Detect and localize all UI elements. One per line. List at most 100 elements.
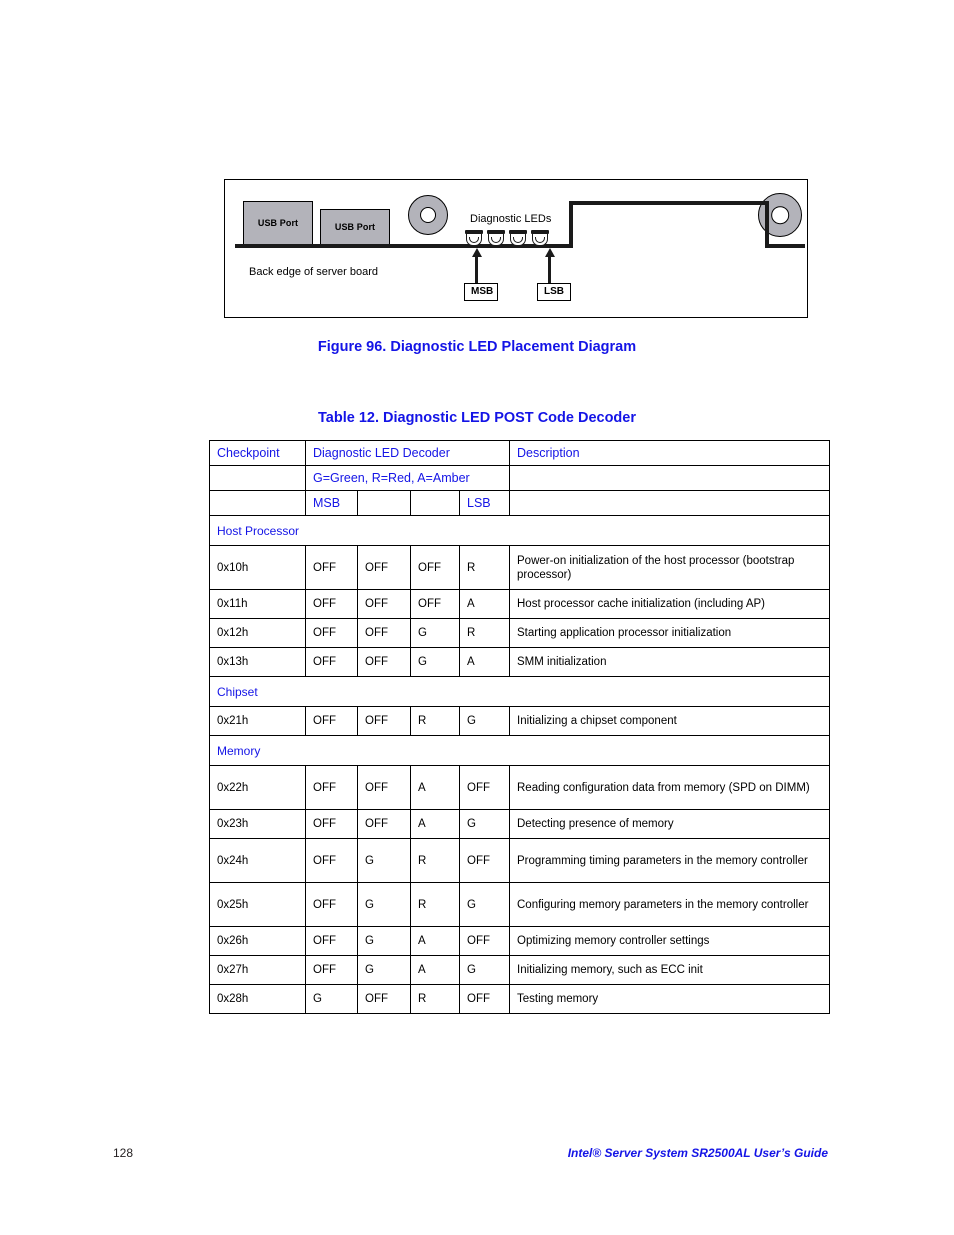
header-checkpoint: Checkpoint	[209, 440, 306, 466]
cell-led-state-1: G	[357, 838, 411, 883]
cell-led-state-2: OFF	[410, 545, 460, 590]
table-header-row-1: Checkpoint Diagnostic LED Decoder Descri…	[209, 440, 830, 466]
header-blank-checkpoint-2	[209, 490, 306, 516]
table-section-header: Host Processor	[209, 515, 830, 546]
cell-led-state-1: OFF	[357, 545, 411, 590]
cell-led-state-3: OFF	[459, 838, 510, 883]
cell-description: Optimizing memory controller settings	[509, 926, 830, 956]
table-row: 0x10h OFF OFF OFF R Power-on initialization o…	[209, 545, 830, 590]
cell-led-state-3: R	[459, 545, 510, 590]
cell-description: SMM initialization	[509, 647, 830, 677]
cell-led-state-1: OFF	[357, 809, 411, 839]
cell-led-state-3: OFF	[459, 765, 510, 810]
cell-led-state-1: OFF	[357, 765, 411, 810]
table-row: 0x27h OFF G A G Initializing memory, such as …	[209, 955, 830, 985]
table-row: 0x26h OFF G A OFF Optimizing memory controlle…	[209, 926, 830, 956]
cell-led-state-1: G	[357, 926, 411, 956]
cell-description: Testing memory	[509, 984, 830, 1014]
board-edge-riser	[569, 201, 573, 248]
header-lsb: LSB	[459, 490, 510, 516]
table-row: 0x28h G OFF R OFF Testing memory	[209, 984, 830, 1014]
board-edge-riser	[765, 201, 769, 248]
table-row: 0x24h OFF G R OFF Programming timing paramete…	[209, 838, 830, 883]
table-section-header: Memory	[209, 735, 830, 766]
header-msb: MSB	[305, 490, 358, 516]
cell-led-state-3: G	[459, 809, 510, 839]
header-description: Description	[509, 440, 830, 466]
table-row: 0x22h OFF OFF A OFF Reading configuration dat…	[209, 765, 830, 810]
back-edge-label: Back edge of server board	[249, 266, 379, 278]
cell-description: Detecting presence of memory	[509, 809, 830, 839]
cell-led-state-3: R	[459, 618, 510, 648]
diagnostic-led-icon	[531, 230, 549, 247]
cell-description: Initializing a chipset component	[509, 706, 830, 736]
cell-led-state-1: G	[357, 882, 411, 927]
header-blank-description-2	[509, 490, 830, 516]
header-blank-description	[509, 465, 830, 491]
cell-description: Reading configuration data from memory (…	[509, 765, 830, 810]
cell-led-state-0: OFF	[305, 765, 358, 810]
usb-port-1-label: USB Port	[257, 218, 299, 228]
cell-checkpoint: 0x22h	[209, 765, 306, 810]
diagnostic-led-icon	[509, 230, 527, 247]
diagnostic-led-group	[465, 230, 549, 247]
table-caption: Table 12. Diagnostic LED POST Code Decod…	[318, 410, 636, 426]
msb-label: MSB	[464, 283, 498, 301]
cell-led-state-2: A	[410, 955, 460, 985]
cell-led-state-2: R	[410, 882, 460, 927]
board-edge-line	[765, 244, 805, 248]
cell-led-state-2: G	[410, 647, 460, 677]
cell-led-state-1: OFF	[357, 647, 411, 677]
screw-hole-icon	[408, 195, 448, 235]
figure-caption: Figure 96. Diagnostic LED Placement Diag…	[317, 339, 637, 355]
cell-description: Configuring memory parameters in the mem…	[509, 882, 830, 927]
diagnostic-led-icon	[465, 230, 483, 247]
cell-led-state-3: OFF	[459, 984, 510, 1014]
cell-checkpoint: 0x10h	[209, 545, 306, 590]
cell-description: Power-on initialization of the host proc…	[509, 545, 830, 590]
cell-checkpoint: 0x26h	[209, 926, 306, 956]
cell-checkpoint: 0x21h	[209, 706, 306, 736]
header-bit-3	[410, 490, 460, 516]
table-body: Host Processor 0x10h OFF OFF OFF R Power-on in…	[209, 515, 830, 1014]
table-row: 0x25h OFF G R G Configuring memory parameters…	[209, 882, 830, 927]
cell-led-state-2: A	[410, 926, 460, 956]
usb-port-2-label: USB Port	[334, 222, 376, 232]
cell-led-state-2: R	[410, 706, 460, 736]
header-decoder: Diagnostic LED Decoder	[305, 440, 510, 466]
cell-led-state-3: G	[459, 955, 510, 985]
msb-arrow-icon	[475, 256, 478, 283]
cell-led-state-0: OFF	[305, 955, 358, 985]
section-title: Memory	[209, 735, 830, 766]
cell-led-state-3: G	[459, 882, 510, 927]
cell-led-state-3: A	[459, 589, 510, 619]
cell-description: Initializing memory, such as ECC init	[509, 955, 830, 985]
footer-guide-title: Intel® Server System SR2500AL User’s Gui…	[567, 1146, 828, 1160]
cell-checkpoint: 0x24h	[209, 838, 306, 883]
cell-led-state-1: OFF	[357, 589, 411, 619]
table-row: 0x12h OFF OFF G R Starting application proces…	[209, 618, 830, 648]
cell-led-state-2: R	[410, 838, 460, 883]
cell-led-state-0: OFF	[305, 882, 358, 927]
lsb-label: LSB	[537, 283, 571, 301]
table-header-row-3: MSB LSB	[209, 490, 830, 516]
table-row: 0x21h OFF OFF R G Initializing a chipset comp…	[209, 706, 830, 736]
cell-led-state-1: G	[357, 955, 411, 985]
cell-led-state-0: OFF	[305, 809, 358, 839]
cell-led-state-0: OFF	[305, 706, 358, 736]
cell-led-state-0: OFF	[305, 647, 358, 677]
cell-checkpoint: 0x27h	[209, 955, 306, 985]
cell-led-state-3: G	[459, 706, 510, 736]
cell-led-state-1: OFF	[357, 706, 411, 736]
cell-led-state-0: OFF	[305, 589, 358, 619]
table-row: 0x13h OFF OFF G A SMM initialization	[209, 647, 830, 677]
page-number: 128	[113, 1146, 134, 1160]
cell-checkpoint: 0x25h	[209, 882, 306, 927]
cell-checkpoint: 0x12h	[209, 618, 306, 648]
cell-led-state-0: OFF	[305, 545, 358, 590]
cell-led-state-3: A	[459, 647, 510, 677]
cell-checkpoint: 0x11h	[209, 589, 306, 619]
cell-checkpoint: 0x13h	[209, 647, 306, 677]
section-title: Chipset	[209, 676, 830, 707]
diagnostic-led-icon	[487, 230, 505, 247]
